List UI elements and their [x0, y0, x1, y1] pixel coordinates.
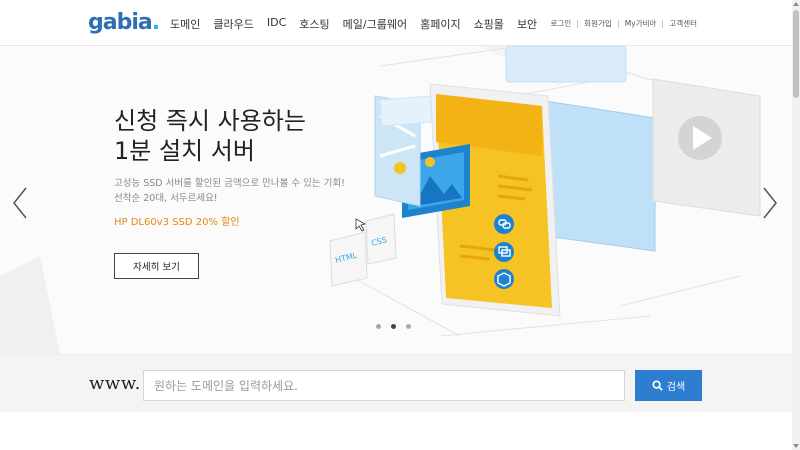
separator: [577, 19, 579, 28]
search-icon: [652, 380, 663, 391]
server-illustration: HTML CSS: [329, 46, 761, 337]
my-gabia-link[interactable]: My가비아: [625, 18, 657, 29]
signup-link[interactable]: 회원가입: [584, 18, 612, 29]
layers-icon: [494, 242, 514, 262]
hero-title: 신청 즉시 사용하는 1분 설치 서버: [114, 107, 306, 165]
domain-search-input[interactable]: [143, 370, 625, 401]
domain-search-bar: www. 검색: [0, 354, 792, 412]
chevron-right-icon[interactable]: [760, 185, 780, 221]
search-button[interactable]: 검색: [635, 370, 702, 401]
separator: [617, 19, 619, 28]
carousel-dot-active[interactable]: [391, 324, 396, 329]
nav-homepage[interactable]: 홈페이지: [420, 16, 460, 32]
hero-description: 고성능 SSD 서버를 할인된 금액으로 만나볼 수 있는 기회! 선착순 20…: [114, 178, 345, 204]
scroll-up-icon[interactable]: [792, 0, 800, 8]
cursor-icon: [355, 218, 367, 232]
utility-links: 로그인 회원가입 My가비아 고객센터: [550, 18, 697, 29]
main-nav: 도메인 클라우드 IDC 호스팅 메일/그룹웨어 홈페이지 쇼핑몰 보안: [170, 16, 550, 32]
carousel-pagination: [376, 324, 411, 329]
site-header: gabia. 도메인 클라우드 IDC 호스팅 메일/그룹웨어 홈페이지 쇼핑몰…: [0, 0, 792, 46]
carousel-dot[interactable]: [406, 324, 411, 329]
details-button[interactable]: 자세히 보기: [114, 253, 199, 279]
login-link[interactable]: 로그인: [550, 18, 571, 29]
page-scrollbar[interactable]: [792, 0, 800, 450]
hero-banner: HTML CSS 신청 즉시 사용하는 1분 설치 서버 고성능 SSD 서버를…: [0, 46, 792, 354]
nav-shopping-mall[interactable]: 쇼핑몰: [474, 16, 504, 32]
carousel-dot[interactable]: [376, 324, 381, 329]
search-button-label: 검색: [666, 382, 686, 393]
hero-promo-text[interactable]: HP DL60v3 SSD 20% 할인: [114, 213, 240, 228]
nav-hosting[interactable]: 호스팅: [299, 16, 329, 32]
separator: [662, 19, 664, 28]
www-prefix: www.: [89, 373, 141, 394]
scroll-down-icon[interactable]: [792, 442, 800, 450]
chevron-left-icon[interactable]: [10, 185, 30, 221]
gabia-logo[interactable]: gabia.: [88, 10, 160, 35]
nav-security[interactable]: 보안: [517, 16, 537, 32]
nav-domain[interactable]: 도메인: [170, 16, 200, 32]
scroll-thumb[interactable]: [793, 10, 799, 98]
nav-cloud[interactable]: 클라우드: [213, 16, 253, 32]
nav-idc[interactable]: IDC: [267, 16, 286, 32]
customer-center-link[interactable]: 고객센터: [669, 18, 697, 29]
nav-mail-groupware[interactable]: 메일/그룹웨어: [343, 16, 407, 32]
